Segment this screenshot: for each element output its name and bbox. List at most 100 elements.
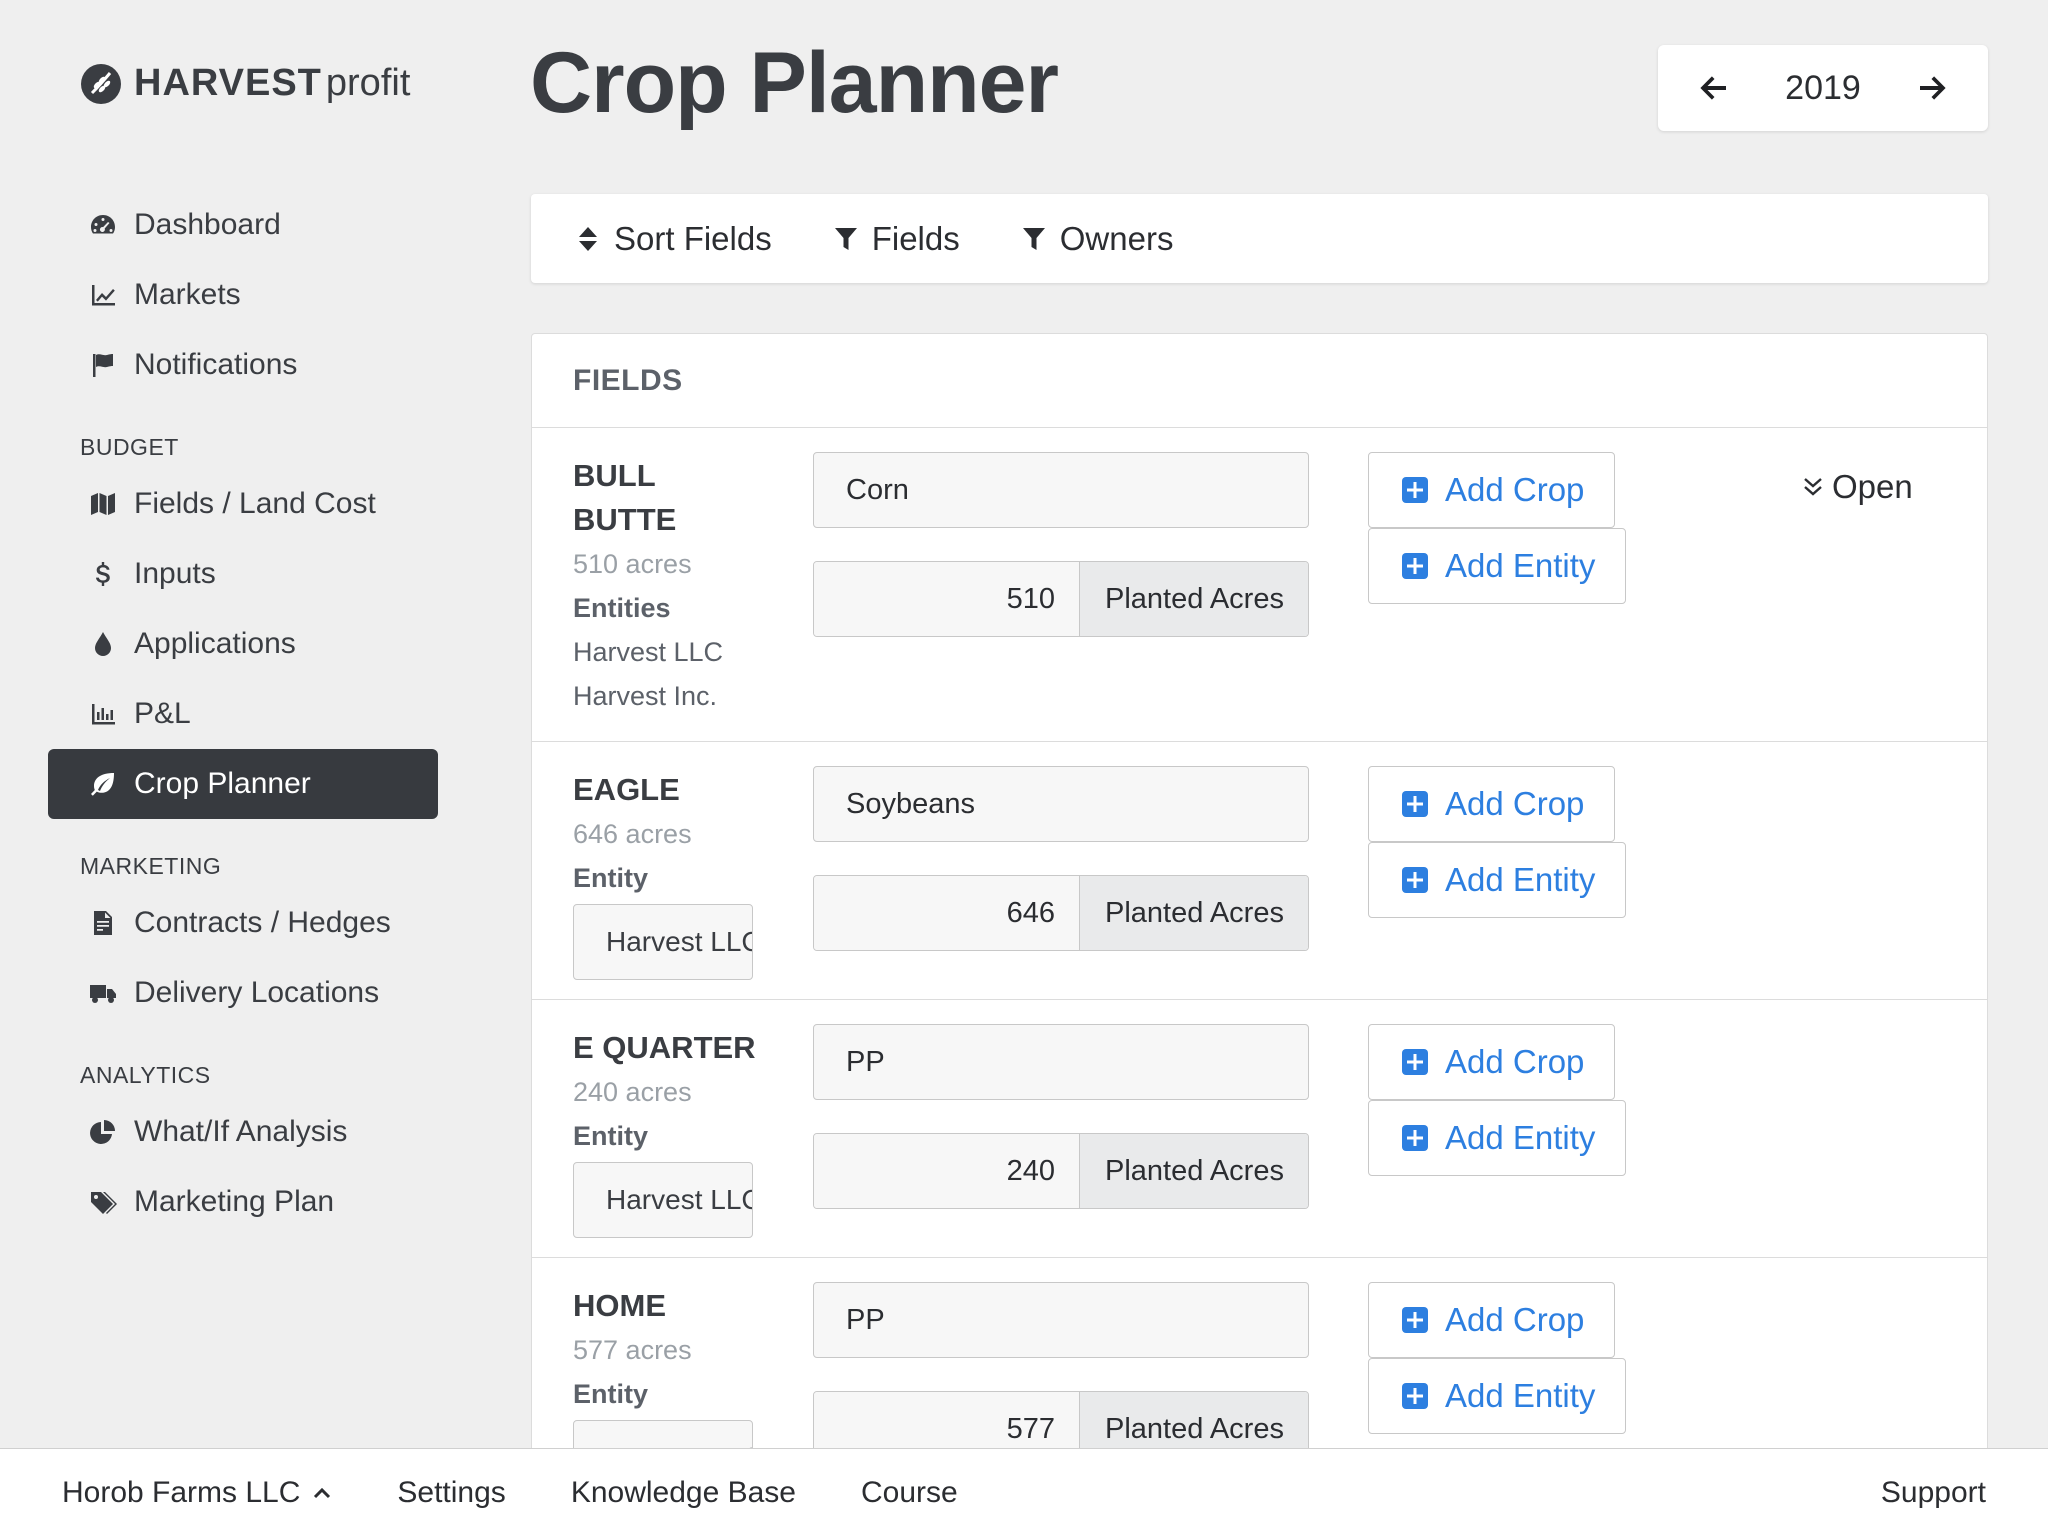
sidebar-item-label: Fields / Land Cost <box>134 487 376 520</box>
fields-filter-button[interactable]: Fields <box>834 220 960 258</box>
add-entity-label: Add Entity <box>1445 547 1596 584</box>
sidebar-item-label: Markets <box>134 278 241 311</box>
sidebar-item-applications[interactable]: Applications <box>48 609 438 679</box>
filter-icon <box>1022 227 1045 250</box>
crop-select[interactable]: PP <box>813 1024 1309 1100</box>
sidebar-item-crop-planner[interactable]: Crop Planner <box>48 749 438 819</box>
field-info: EAGLE 646 acres Entity Harvest LLC <box>573 768 773 980</box>
field-acres: 646 acres <box>573 819 692 849</box>
sidebar-item-label: Dashboard <box>134 208 281 241</box>
planted-acres-addon: Planted Acres <box>1080 1134 1308 1208</box>
plus-square-icon <box>1402 1049 1428 1075</box>
planted-acres-addon: Planted Acres <box>1080 1392 1308 1452</box>
sidebar-item-dashboard[interactable]: Dashboard <box>48 190 438 260</box>
flag-icon <box>93 354 113 377</box>
sidebar-item-notifications[interactable]: Notifications <box>48 330 438 400</box>
brand-logo[interactable]: HARVEST profit <box>80 62 410 105</box>
entity-label: Entity <box>573 1121 649 1151</box>
field-info: HOME 577 acres Entity Harvest LLC <box>573 1284 773 1452</box>
entity-label: Entity <box>573 1379 649 1409</box>
entity-select[interactable]: Harvest LLC <box>573 904 753 980</box>
owners-filter-button[interactable]: Owners <box>1022 220 1173 258</box>
field-info: E QUARTER 240 acres Entity Harvest LLC <box>573 1026 773 1238</box>
add-crop-button[interactable]: Add Crop <box>1368 766 1616 842</box>
droplet-icon <box>95 632 111 656</box>
pie-chart-icon <box>90 1120 115 1144</box>
add-crop-button[interactable]: Add Crop <box>1368 1024 1616 1100</box>
planted-acres-input[interactable]: 510 <box>814 562 1080 636</box>
page-title: Crop Planner <box>530 35 1059 131</box>
org-switcher[interactable]: Horob Farms LLC <box>62 1476 332 1510</box>
brand-name-thin: profit <box>325 62 411 104</box>
add-crop-button[interactable]: Add Crop <box>1368 1282 1616 1358</box>
add-entity-button[interactable]: Add Entity <box>1368 842 1627 918</box>
sidebar-item-markets[interactable]: Markets <box>48 260 438 330</box>
planted-acres-group: 510 Planted Acres <box>813 561 1309 637</box>
add-entity-label: Add Entity <box>1445 1119 1596 1156</box>
section-label-marketing: MARKETING <box>80 853 222 879</box>
fields-header: FIELDS <box>532 334 1987 428</box>
sort-icon <box>579 226 597 251</box>
planted-acres-group: 577 Planted Acres <box>813 1391 1309 1452</box>
crop-select[interactable]: Corn <box>813 452 1309 528</box>
sidebar-item-delivery-locations[interactable]: Delivery Locations <box>48 958 438 1028</box>
sort-fields-button[interactable]: Sort Fields <box>576 220 772 258</box>
sidebar-item-what-if-analysis[interactable]: What/If Analysis <box>48 1097 438 1167</box>
field-name: E QUARTER <box>573 1030 756 1065</box>
open-label: Open <box>1832 468 1913 505</box>
plus-square-icon <box>1402 1307 1428 1333</box>
bottom-bar: Horob Farms LLC Settings Knowledge Base … <box>0 1448 2048 1536</box>
open-toggle[interactable]: Open <box>1802 468 1913 506</box>
add-crop-button[interactable]: Add Crop <box>1368 452 1616 528</box>
entity-label: Entity <box>573 863 649 893</box>
crop-select[interactable]: PP <box>813 1282 1309 1358</box>
support-link[interactable]: Support <box>1881 1476 1986 1510</box>
plus-square-icon <box>1402 791 1428 817</box>
chevron-up-icon <box>314 1487 331 1498</box>
field-info: BULL BUTTE 510 acres Entities Harvest LL… <box>573 454 773 718</box>
filter-icon <box>834 227 857 250</box>
planted-acres-group: 646 Planted Acres <box>813 875 1309 951</box>
add-crop-label: Add Crop <box>1445 1043 1585 1080</box>
crop-select[interactable]: Soybeans <box>813 766 1309 842</box>
sidebar-item-inputs[interactable]: Inputs <box>48 539 438 609</box>
settings-link[interactable]: Settings <box>397 1476 505 1510</box>
arrow-left-icon[interactable] <box>1698 72 1730 104</box>
planted-acres-group: 240 Planted Acres <box>813 1133 1309 1209</box>
sidebar-item-fields-land-cost[interactable]: Fields / Land Cost <box>48 469 438 539</box>
arrow-right-icon[interactable] <box>1916 72 1948 104</box>
add-crop-label: Add Crop <box>1445 1301 1585 1338</box>
sidebar-item-label: Marketing Plan <box>134 1185 335 1218</box>
planted-acres-input[interactable]: 577 <box>814 1392 1080 1452</box>
sidebar-item-label: Contracts / Hedges <box>134 906 391 939</box>
planted-acres-input[interactable]: 240 <box>814 1134 1080 1208</box>
planted-acres-input[interactable]: 646 <box>814 876 1080 950</box>
contract-icon <box>94 911 112 935</box>
plus-square-icon <box>1402 477 1428 503</box>
knowledge-base-link[interactable]: Knowledge Base <box>571 1476 796 1510</box>
add-entity-button[interactable]: Add Entity <box>1368 1100 1627 1176</box>
sidebar: Dashboard Markets Notifications BUDGET F… <box>48 190 438 1237</box>
sidebar-item-pnl[interactable]: P&L <box>48 679 438 749</box>
sidebar-item-label: Inputs <box>134 557 216 590</box>
course-link[interactable]: Course <box>861 1476 958 1510</box>
add-entity-label: Add Entity <box>1445 1377 1596 1414</box>
field-row-e-quarter: E QUARTER 240 acres Entity Harvest LLC P… <box>532 1000 1987 1258</box>
sidebar-item-contracts-hedges[interactable]: Contracts / Hedges <box>48 888 438 958</box>
chevron-double-down-icon <box>1804 478 1822 496</box>
sidebar-item-label: Notifications <box>134 348 298 381</box>
field-row-bull-butte: BULL BUTTE 510 acres Entities Harvest LL… <box>532 428 1987 742</box>
add-entity-button[interactable]: Add Entity <box>1368 528 1627 604</box>
fields-panel: FIELDS BULL BUTTE 510 acres Entities Har… <box>531 333 1988 1453</box>
section-label-analytics: ANALYTICS <box>80 1062 211 1088</box>
dollar-icon <box>96 562 110 586</box>
sidebar-item-marketing-plan[interactable]: Marketing Plan <box>48 1167 438 1237</box>
add-entity-button[interactable]: Add Entity <box>1368 1358 1627 1434</box>
entity-select[interactable]: Harvest LLC <box>573 1162 753 1238</box>
sidebar-item-label: P&L <box>134 697 191 730</box>
truck-icon <box>90 985 116 1003</box>
filter-toolbar: Sort Fields Fields Owners <box>531 194 1988 283</box>
wheat-logo-icon <box>81 63 121 104</box>
chart-line-icon <box>92 285 115 306</box>
field-row-home: HOME 577 acres Entity Harvest LLC PP 577… <box>532 1258 1987 1452</box>
